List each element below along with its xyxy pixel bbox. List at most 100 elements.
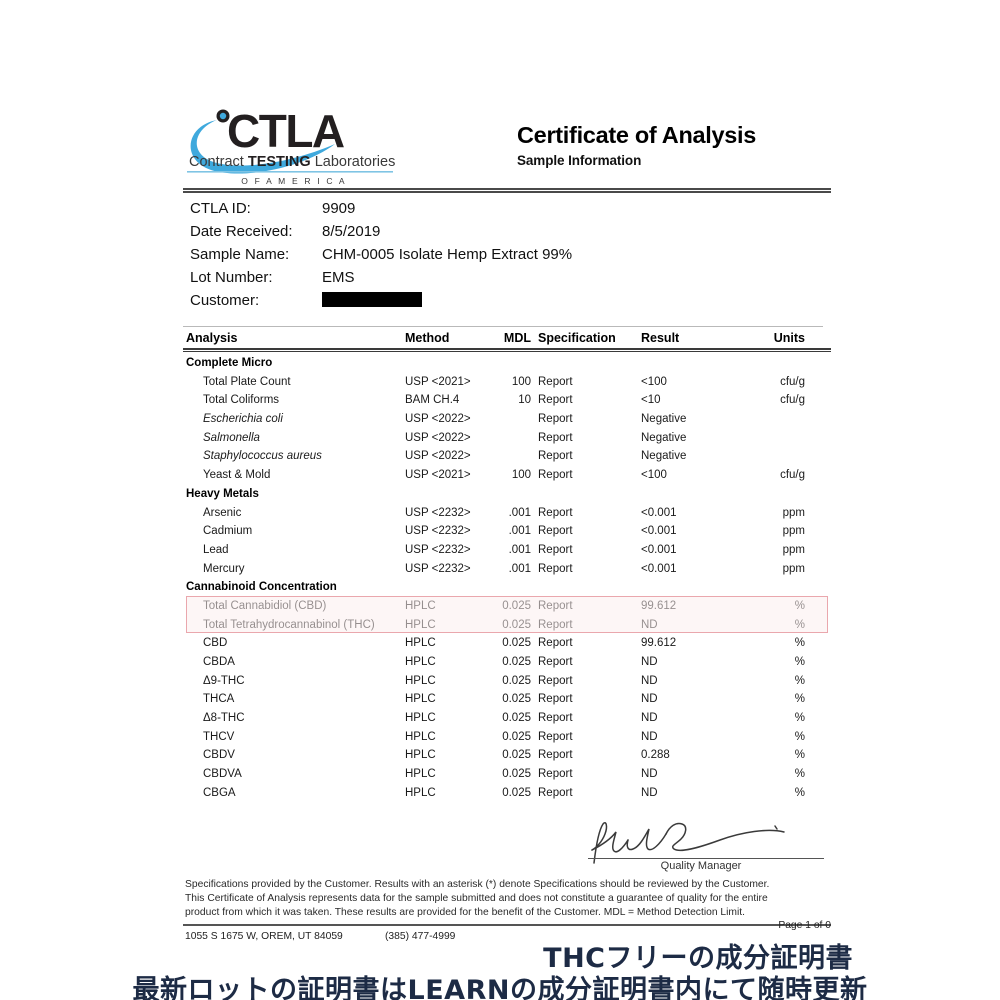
table-body: Complete Micro Total Plate Count USP <2021…: [183, 354, 831, 803]
overlay-line-2: 最新ロットの証明書はLEARNの成分証明書内にて随時更新: [132, 975, 868, 1000]
cell-method: HPLC: [405, 693, 436, 706]
cell-method: HPLC: [405, 730, 436, 743]
table-header-divider: [183, 348, 831, 352]
cell-result: Negative: [641, 431, 687, 444]
table-row: Escherichia coli USP <2022> Report Negative: [183, 410, 831, 429]
cell-specification: Report: [538, 450, 573, 463]
svg-text:CTLA: CTLA: [227, 105, 344, 157]
table-row: Δ9-THC HPLC 0.025 Report ND%: [183, 672, 831, 691]
sample-info-row: Lot Number: EMS: [190, 269, 830, 292]
table-row: Mercury USP <2232> .001 Report <0.001 ppm: [183, 560, 831, 579]
table-row: Yeast & Mold USP <2021> 100 Report <100 cfu/g: [183, 466, 831, 485]
cell-method: HPLC: [405, 712, 436, 725]
cell-analysis: Δ9-THC: [203, 674, 245, 687]
cell-units: cfu/g: [780, 375, 805, 388]
cell-specification: Report: [538, 469, 573, 482]
cell-units: %: [794, 749, 805, 762]
table-row: CBDVA HPLC 0.025 Report ND%: [183, 765, 831, 784]
cell-result: <100: [641, 375, 667, 388]
column-header-result: Result: [641, 331, 680, 345]
cell-method: USP <2232>: [405, 562, 471, 575]
cell-analysis: Total Plate Count: [203, 375, 291, 388]
cell-units: cfu/g: [780, 394, 805, 407]
disclaimer-text: Specifications provided by the Customer.…: [185, 878, 817, 921]
cell-specification: Report: [538, 749, 573, 762]
table-row: Arsenic USP <2232> .001 Report <0.001 ppm: [183, 504, 831, 523]
cell-mdl: 0.025: [502, 693, 531, 706]
cell-units: %: [794, 637, 805, 650]
sample-information-block: CTLA ID: 9909 Date Received: 8/5/2019 Sample…: [190, 200, 830, 315]
cell-result: Negative: [641, 413, 687, 426]
sample-info-label: CTLA ID:: [190, 200, 251, 217]
cell-units: %: [794, 712, 805, 725]
cell-result: Negative: [641, 450, 687, 463]
table-row: Cadmium USP <2232> .001 Report <0.001 ppm: [183, 522, 831, 541]
cell-result: 99.612: [641, 599, 677, 612]
table-row: Total Coliforms BAM CH.4 10 Report <10 cfu/g: [183, 391, 831, 410]
cell-analysis: Total Coliforms: [203, 394, 280, 407]
cell-analysis: THCV: [203, 730, 235, 743]
cell-result: 0.288: [641, 749, 670, 762]
coa-document-page: CTLA Contract TESTING Laboratories O F A…: [0, 0, 1000, 1000]
signature-block: Quality Manager: [570, 818, 832, 874]
cell-method: HPLC: [405, 749, 436, 762]
table-section-header: Complete Micro: [186, 357, 273, 369]
cell-method: HPLC: [405, 599, 436, 612]
cell-analysis: Lead: [203, 543, 229, 556]
cell-method: HPLC: [405, 656, 436, 668]
table-row: Total Tetrahydrocannabinol (THC) HPLC 0.02…: [183, 616, 831, 635]
disclaimer-line-3: product from which it was taken. These r…: [185, 907, 746, 919]
sample-info-value: CHM-0005 Isolate Hemp Extract 99%: [322, 246, 573, 263]
cell-mdl: 10: [518, 394, 531, 407]
cell-specification: Report: [538, 693, 573, 706]
table-section-header: Cannabinoid Concentration: [186, 581, 337, 594]
sample-info-row: Date Received: 8/5/2019: [190, 223, 830, 246]
cell-result: ND: [641, 656, 658, 668]
column-header-specification: Specification: [538, 331, 616, 345]
cell-analysis: Yeast & Mold: [203, 469, 271, 482]
signature-caption: Quality Manager: [660, 860, 742, 872]
redaction-bar: [322, 292, 422, 307]
cell-specification: Report: [538, 525, 573, 538]
cell-result: ND: [641, 618, 658, 631]
cell-units: %: [794, 768, 805, 781]
cell-mdl: 0.025: [502, 674, 531, 687]
cell-analysis: Staphylococcus aureus: [203, 450, 322, 463]
table-section-header: Heavy Metals: [186, 487, 259, 500]
cell-specification: Report: [538, 730, 573, 743]
sample-info-value: 8/5/2019: [322, 223, 381, 240]
cell-specification: Report: [538, 637, 573, 650]
cell-specification: Report: [538, 506, 573, 519]
cell-specification: Report: [538, 712, 573, 725]
cell-result: ND: [641, 786, 658, 799]
cell-analysis: CBDVA: [203, 768, 242, 781]
svg-text:O F A M E R I C A: O F A M E R I C A: [241, 176, 346, 186]
cell-units: %: [794, 693, 805, 706]
cell-analysis: CBGA: [203, 786, 236, 799]
cell-result: <0.001: [641, 543, 677, 556]
table-row: Total Cannabidiol (CBD) HPLC 0.025 Report 99…: [183, 597, 831, 616]
cell-specification: Report: [538, 543, 573, 556]
cell-method: USP <2022>: [405, 431, 471, 444]
cell-analysis: Δ8-THC: [203, 712, 245, 725]
cell-units: ppm: [782, 543, 805, 556]
cell-analysis: CBD: [203, 637, 228, 650]
cell-result: ND: [641, 712, 658, 725]
cell-method: USP <2021>: [405, 469, 471, 482]
cell-analysis: Mercury: [203, 562, 245, 575]
sample-info-label: Date Received:: [190, 223, 293, 240]
cell-mdl: 100: [511, 375, 531, 388]
cell-analysis: CBDA: [203, 656, 235, 668]
table-row: Salmonella USP <2022> Report Negative: [183, 429, 831, 448]
cell-analysis: THCA: [203, 693, 235, 706]
cell-mdl: 0.025: [502, 618, 531, 631]
column-header-mdl: MDL: [503, 331, 531, 345]
cell-result: ND: [641, 674, 658, 687]
cell-specification: Report: [538, 656, 573, 668]
cell-analysis: Cadmium: [203, 525, 253, 538]
table-row: Δ8-THC HPLC 0.025 Report ND%: [183, 709, 831, 728]
title-block: Certificate of Analysis Sample Informati…: [517, 123, 837, 168]
cell-result: <0.001: [641, 562, 677, 575]
cell-mdl: .001: [508, 562, 531, 575]
cell-analysis: Total Cannabidiol (CBD): [203, 599, 327, 612]
